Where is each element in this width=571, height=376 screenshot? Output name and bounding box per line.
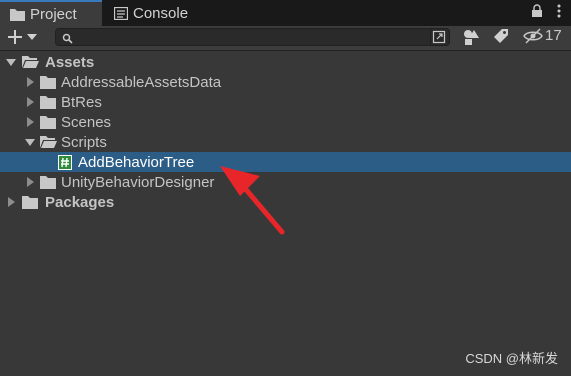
- watermark: CSDN @林新发: [465, 351, 558, 366]
- annotation-arrow: [220, 166, 285, 235]
